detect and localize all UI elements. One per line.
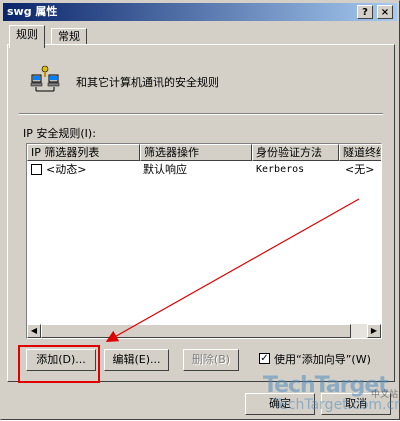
title-bar: swg 属性 ? × — [3, 3, 397, 21]
delete-button[interactable]: 删除(B) — [183, 349, 239, 371]
column-header-filter-action[interactable]: 筛选器操作 — [140, 144, 252, 161]
horizontal-scrollbar[interactable]: ◀ ▶ — [27, 324, 381, 338]
close-icon: × — [380, 7, 390, 18]
rules-list-label: IP 安全规则(I): — [23, 127, 96, 140]
rules-description: 和其它计算机通讯的安全规则 — [76, 76, 219, 89]
close-button[interactable]: × — [377, 5, 393, 19]
watermark-brand: TechTarget — [263, 373, 389, 398]
cell-filter-list: <动态> — [46, 163, 87, 176]
add-button[interactable]: 添加(D)... — [26, 349, 96, 371]
window-title: swg 属性 — [7, 5, 58, 18]
scroll-left-icon[interactable]: ◀ — [27, 324, 41, 338]
scroll-right-icon[interactable]: ▶ — [367, 324, 381, 338]
rule-checkbox[interactable] — [31, 164, 42, 175]
wizard-checkbox[interactable]: ✓ — [259, 353, 270, 364]
column-header-tunnel[interactable]: 隧道终结 — [339, 144, 381, 161]
network-security-icon — [30, 65, 60, 92]
separator — [19, 113, 383, 115]
rules-list[interactable]: IP 筛选器列表 筛选器操作 身份验证方法 隧道终结 <动态> 默认响应 Ker… — [26, 143, 382, 339]
column-header-auth-method[interactable]: 身份验证方法 — [252, 144, 339, 161]
cell-tunnel: <无> — [345, 163, 375, 176]
tab-general[interactable]: 常规 — [51, 28, 87, 45]
column-header-filter-list[interactable]: IP 筛选器列表 — [27, 144, 140, 161]
watermark-url: TechTarget.com.cn — [273, 397, 400, 413]
scroll-thumb[interactable] — [41, 324, 351, 338]
cell-auth-method: Kerberos — [256, 164, 305, 175]
edit-button[interactable]: 编辑(E)... — [104, 349, 169, 371]
cell-filter-action: 默认响应 — [143, 163, 187, 176]
tab-rules[interactable]: 规则 — [9, 25, 45, 48]
help-button[interactable]: ? — [357, 5, 373, 19]
properties-dialog: swg 属性 ? × 规则 常规 和其它计算机通讯的安全规则 IP 安全规则(I… — [0, 0, 400, 420]
wizard-label: 使用“添加向导”(W) — [274, 353, 371, 366]
